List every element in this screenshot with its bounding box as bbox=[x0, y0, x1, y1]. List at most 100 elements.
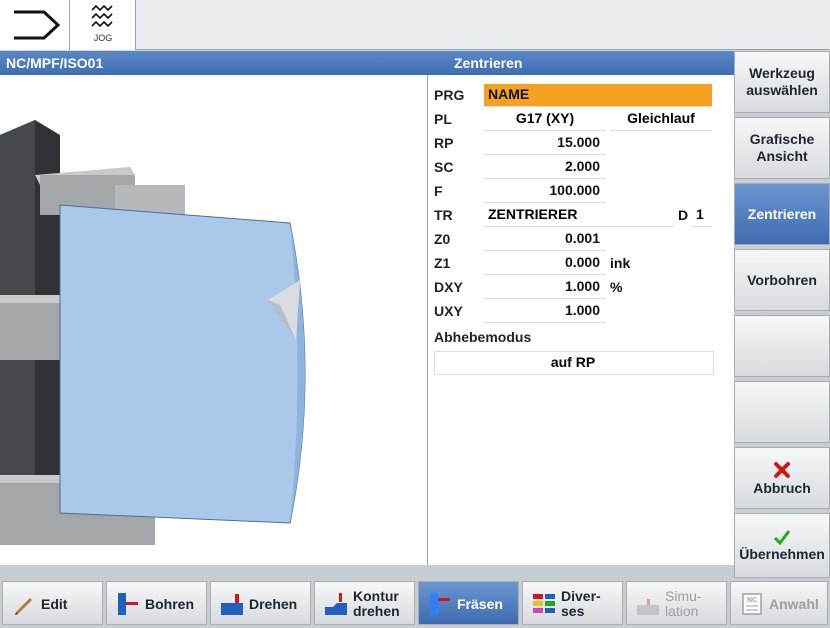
simulation-line2: lation bbox=[665, 603, 699, 619]
cancel-softkey[interactable]: Abbruch bbox=[734, 447, 830, 509]
z1-unit[interactable]: ink bbox=[610, 255, 630, 271]
retract-mode-label: Abhebemodus bbox=[434, 329, 532, 345]
cancel-label: Abbruch bbox=[753, 479, 811, 496]
z1-field[interactable]: 0.000 bbox=[484, 252, 606, 275]
uxy-label: UXY bbox=[434, 303, 463, 319]
pl-label: PL bbox=[434, 111, 452, 127]
sc-label: SC bbox=[434, 159, 454, 175]
z0-value: 0.001 bbox=[564, 230, 600, 246]
status-bar bbox=[0, 565, 734, 578]
vertical-softkey-bar: Werkzeug auswählen Grafische Ansicht Zen… bbox=[734, 51, 830, 578]
accept-label: Übernehmen bbox=[739, 546, 825, 562]
sc-field[interactable]: 2.000 bbox=[484, 156, 606, 179]
select-softkey[interactable]: NC Anwahl bbox=[730, 581, 828, 625]
plane-value: G17 (XY) bbox=[515, 110, 575, 126]
contour-turning-line1: Kontur bbox=[353, 588, 399, 604]
z1-label: Z1 bbox=[434, 255, 451, 271]
dxy-label: DXY bbox=[434, 279, 463, 295]
graphic-view-softkey[interactable]: Grafische Ansicht bbox=[734, 117, 830, 179]
pre-drill-label: Vorbohren bbox=[747, 271, 817, 288]
edit-softkey[interactable]: Edit bbox=[2, 581, 103, 625]
turning-icon bbox=[221, 594, 243, 615]
horizontal-softkey-bar: Edit Bohren Drehen Kontur drehen Fräsen bbox=[0, 578, 830, 628]
milling-direction-select[interactable]: Gleichlauf bbox=[610, 108, 712, 131]
centering-label: Zentrieren bbox=[747, 205, 817, 222]
contour-turning-line2: drehen bbox=[353, 603, 400, 619]
contour-turning-label: Kontur drehen bbox=[353, 582, 400, 626]
graphic-view-line2: Ansicht bbox=[756, 148, 808, 164]
empty-softkey-6[interactable] bbox=[734, 381, 830, 443]
svg-text:NC: NC bbox=[747, 597, 757, 604]
cutting-edge-field[interactable]: 1 bbox=[692, 204, 712, 227]
f-label: F bbox=[434, 183, 443, 199]
jog-label: JOG bbox=[93, 33, 113, 43]
rp-field[interactable]: 15.000 bbox=[484, 132, 606, 155]
operating-mode-display[interactable] bbox=[0, 0, 70, 50]
z0-label: Z0 bbox=[434, 231, 451, 247]
turning-label: Drehen bbox=[249, 595, 298, 612]
program-name-value: NAME bbox=[488, 86, 530, 102]
rp-value: 15.000 bbox=[557, 134, 600, 150]
cycle-parameter-form: PRG NAME PL G17 (XY) Gleichlauf RP 15.00… bbox=[428, 75, 734, 565]
tr-label: TR bbox=[434, 207, 453, 223]
program-path-header: NC/MPF/ISO01 bbox=[0, 51, 428, 75]
milling-label: Fräsen bbox=[457, 595, 503, 612]
edit-label: Edit bbox=[41, 595, 68, 612]
accept-check-icon bbox=[773, 530, 791, 546]
cycle-title-header: Zentrieren bbox=[428, 51, 734, 75]
miscellaneous-label: Diver- ses bbox=[561, 582, 601, 626]
z0-field[interactable]: 0.001 bbox=[484, 228, 606, 251]
dxy-value: 1.000 bbox=[564, 278, 600, 294]
dxy-field[interactable]: 1.000 bbox=[484, 276, 606, 299]
workpiece-graphic bbox=[0, 120, 306, 545]
tool-field[interactable]: ZENTRIERER bbox=[484, 204, 674, 227]
empty-softkey-5[interactable] bbox=[734, 315, 830, 377]
cutting-edge-value: 1 bbox=[696, 206, 704, 222]
select-label: Anwahl bbox=[769, 595, 819, 612]
drilling-label: Bohren bbox=[145, 595, 194, 612]
d-label: D bbox=[678, 207, 689, 223]
graphic-view-line1: Grafische bbox=[749, 131, 815, 147]
program-name-field[interactable]: NAME bbox=[484, 84, 712, 107]
miscellaneous-softkey[interactable]: Diver- ses bbox=[522, 581, 623, 625]
rp-label: RP bbox=[434, 135, 454, 151]
drilling-icon bbox=[118, 593, 138, 615]
accept-softkey[interactable]: Übernehmen bbox=[734, 513, 830, 578]
simulation-line1: Simu- bbox=[665, 588, 702, 604]
retract-mode-value: auf RP bbox=[550, 354, 596, 370]
z1-value: 0.000 bbox=[564, 254, 600, 270]
contour-turning-softkey[interactable]: Kontur drehen bbox=[314, 581, 415, 625]
miscellaneous-icon bbox=[533, 594, 555, 613]
feed-value: 100.000 bbox=[549, 182, 600, 198]
sc-value: 2.000 bbox=[564, 158, 600, 174]
miscellaneous-line2: ses bbox=[561, 603, 585, 619]
jog-mode-indicator[interactable]: JOG bbox=[70, 0, 136, 50]
machine-mode-icon bbox=[14, 10, 61, 40]
jog-wave-icon bbox=[91, 4, 113, 28]
pencil-icon bbox=[15, 598, 32, 615]
drilling-softkey[interactable]: Bohren bbox=[106, 581, 207, 625]
select-tool-line2: auswählen bbox=[746, 82, 818, 98]
milling-icon bbox=[430, 593, 450, 615]
dxy-unit[interactable]: % bbox=[610, 279, 622, 295]
uxy-field[interactable]: 1.000 bbox=[484, 300, 606, 323]
milling-direction-value: Gleichlauf bbox=[627, 110, 695, 126]
pre-drill-softkey[interactable]: Vorbohren bbox=[734, 249, 830, 311]
retract-mode-select[interactable]: auf RP bbox=[434, 351, 714, 375]
prg-label: PRG bbox=[434, 87, 465, 103]
select-tool-softkey[interactable]: Werkzeug auswählen bbox=[734, 51, 830, 113]
simulation-softkey[interactable]: Simu- lation bbox=[626, 581, 727, 625]
cancel-x-icon bbox=[774, 461, 790, 478]
turning-softkey[interactable]: Drehen bbox=[210, 581, 311, 625]
simulation-icon bbox=[637, 599, 659, 615]
simulation-label: Simu- lation bbox=[665, 582, 702, 626]
milling-softkey[interactable]: Fräsen bbox=[418, 581, 519, 625]
contour-turning-icon bbox=[325, 593, 347, 615]
cycle-graphic-view bbox=[0, 75, 428, 565]
nc-program-icon: NC bbox=[742, 593, 762, 615]
select-tool-line1: Werkzeug bbox=[749, 65, 815, 81]
plane-select[interactable]: G17 (XY) bbox=[484, 108, 606, 131]
tool-value: ZENTRIERER bbox=[488, 206, 578, 222]
feed-field[interactable]: 100.000 bbox=[484, 180, 606, 203]
centering-softkey[interactable]: Zentrieren bbox=[734, 183, 830, 245]
